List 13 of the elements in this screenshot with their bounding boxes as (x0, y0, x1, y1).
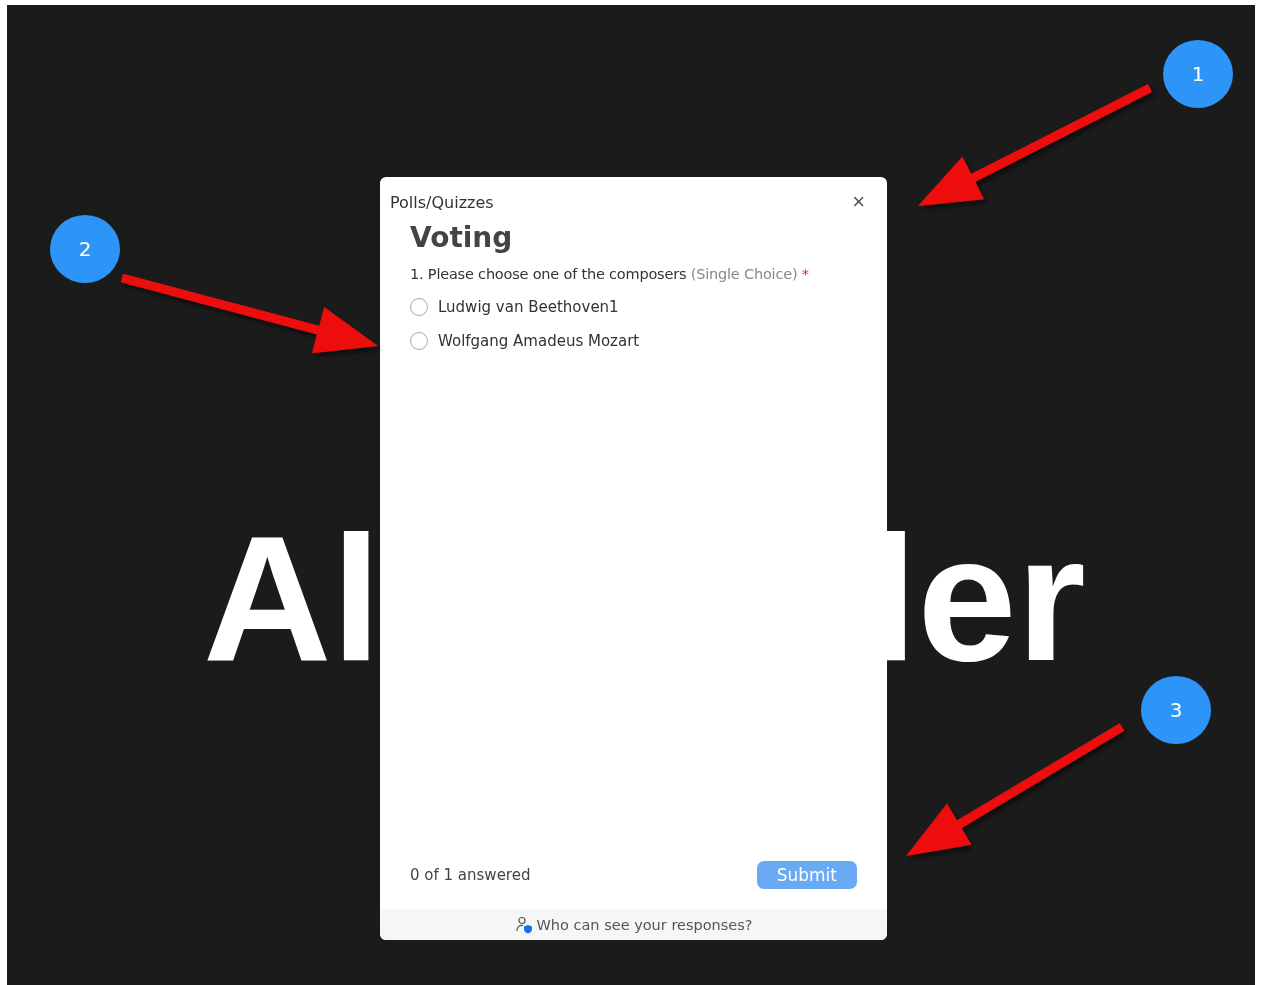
progress-text: 0 of 1 answered (410, 866, 531, 884)
question-text: 1. Please choose one of the composers (Single Choice) * (410, 266, 810, 282)
privacy-link[interactable]: Who can see your responses? (536, 916, 753, 933)
user-shield-icon (514, 915, 533, 934)
poll-heading: Voting (410, 221, 514, 254)
step-number: 3 (1141, 676, 1211, 744)
step-number: 2 (50, 215, 120, 283)
answer-option[interactable]: Wolfgang Amadeus Mozart (410, 332, 857, 350)
step-number: 1 (1163, 40, 1233, 108)
answer-option[interactable]: Ludwig van Beethoven1 (410, 298, 857, 316)
window-title: Polls/Quizzes (390, 192, 494, 212)
close-button[interactable]: × (852, 191, 865, 213)
backdrop-text: Al (203, 510, 381, 688)
